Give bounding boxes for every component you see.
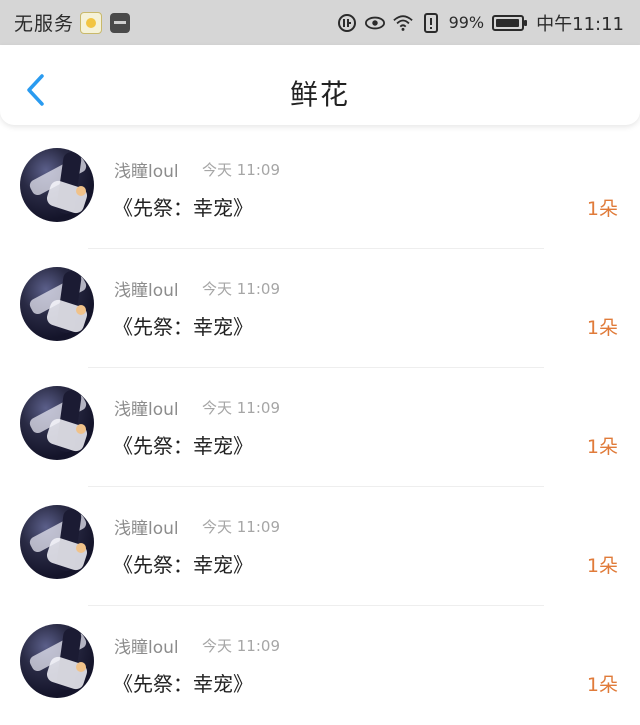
data-saver-icon — [337, 13, 357, 33]
eye-icon — [364, 13, 385, 33]
avatar[interactable] — [20, 505, 94, 579]
flower-count: 1朵 — [586, 317, 618, 339]
status-time: 中午11:11 — [536, 13, 624, 35]
notification-app-icon — [80, 11, 103, 34]
list-item[interactable]: 浅瞳loul 今天 11:09 《先祭：幸宠》 1朵 — [0, 606, 640, 725]
list-item[interactable]: 浅瞳loul 今天 11:09 《先祭：幸宠》 1朵 — [0, 249, 640, 368]
user-name[interactable]: 浅瞳loul — [114, 395, 179, 420]
user-name[interactable]: 浅瞳loul — [114, 276, 179, 301]
battery-icon — [492, 14, 528, 31]
list-item[interactable]: 浅瞳loul 今天 11:09 《先祭：幸宠》 1朵 — [0, 130, 640, 249]
wifi-icon — [392, 13, 413, 33]
book-title[interactable]: 《先祭：幸宠》 — [113, 668, 253, 697]
book-title[interactable]: 《先祭：幸宠》 — [113, 311, 253, 340]
avatar[interactable] — [20, 148, 94, 222]
avatar[interactable] — [20, 267, 94, 341]
hms-app-icon — [110, 12, 131, 33]
timestamp: 今天 11:09 — [202, 518, 280, 536]
flower-record-list: 浅瞳loul 今天 11:09 《先祭：幸宠》 1朵 浅瞳loul 今天 11:… — [0, 130, 640, 725]
status-bar-left: 无服务 — [14, 0, 131, 45]
flower-count: 1朵 — [586, 555, 618, 577]
flower-count: 1朵 — [586, 436, 618, 458]
status-bar: 无服务 99% 中午11:11 — [0, 0, 640, 45]
page-title: 鲜花 — [289, 78, 350, 111]
battery-percent: 99% — [448, 13, 485, 32]
list-item[interactable]: 浅瞳loul 今天 11:09 《先祭：幸宠》 1朵 — [0, 487, 640, 606]
user-name[interactable]: 浅瞳loul — [114, 157, 179, 182]
timestamp: 今天 11:09 — [202, 280, 280, 298]
avatar[interactable] — [20, 386, 94, 460]
timestamp: 今天 11:09 — [202, 399, 280, 417]
alert-icon — [421, 12, 441, 33]
navigation-bar: 鲜花 — [0, 45, 640, 125]
book-title[interactable]: 《先祭：幸宠》 — [113, 430, 253, 459]
timestamp: 今天 11:09 — [202, 161, 280, 179]
flower-count: 1朵 — [586, 198, 618, 220]
user-name[interactable]: 浅瞳loul — [114, 633, 179, 658]
book-title[interactable]: 《先祭：幸宠》 — [113, 549, 253, 578]
carrier-label: 无服务 — [14, 13, 75, 35]
avatar[interactable] — [20, 624, 94, 698]
list-item[interactable]: 浅瞳loul 今天 11:09 《先祭：幸宠》 1朵 — [0, 368, 640, 487]
timestamp: 今天 11:09 — [202, 637, 280, 655]
flower-count: 1朵 — [586, 674, 618, 696]
book-title[interactable]: 《先祭：幸宠》 — [113, 192, 253, 221]
status-bar-right: 99% 中午11:11 — [337, 0, 624, 45]
user-name[interactable]: 浅瞳loul — [114, 514, 179, 539]
